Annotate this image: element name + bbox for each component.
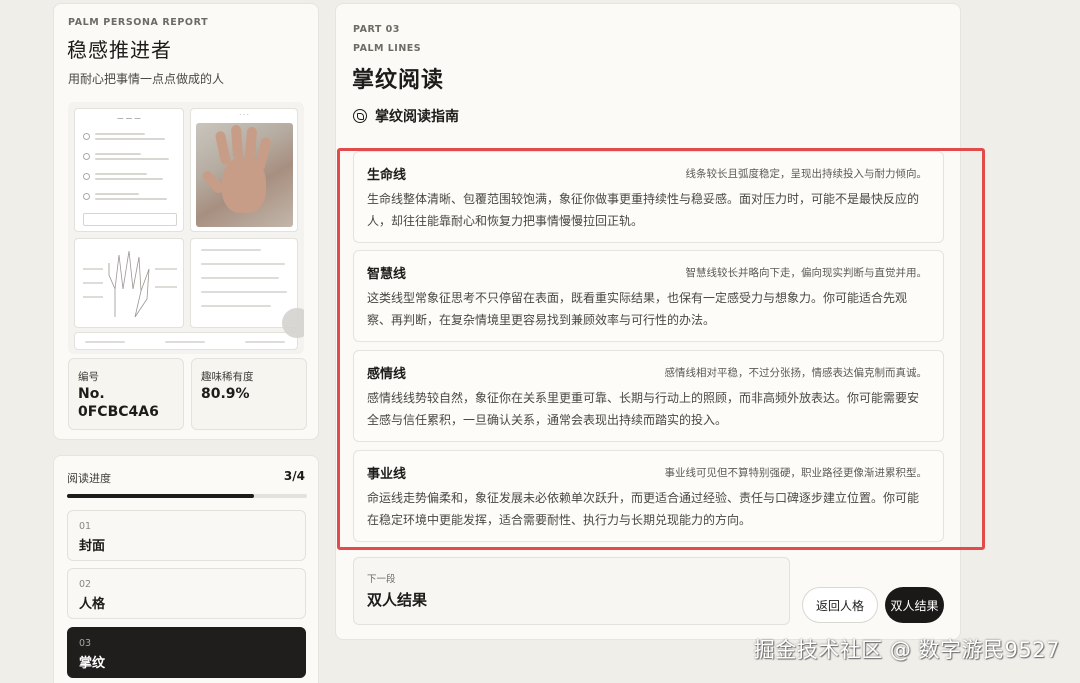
heart-line-card: 感情线 感情线相对平稳，不过分张扬，情感表达偏克制而真诚。 感情线线势较自然，象…: [353, 350, 944, 442]
part-label: PART 03: [353, 24, 400, 35]
palm-photo-image: [196, 123, 293, 227]
mini-guide-row: [83, 131, 177, 147]
guide-heading-text: 掌纹阅读指南: [375, 109, 459, 125]
id-value: No. 0FCBC4A6: [78, 386, 159, 420]
step-number: 03: [79, 638, 92, 649]
mini-guide-row: [83, 191, 177, 207]
app-page: PALM PERSONA REPORT 稳感推进者 用耐心把事情一点点做成的人 …: [0, 0, 1080, 683]
hand-outline-icon: [83, 250, 177, 318]
next-section-card[interactable]: 下一段 双人结果: [353, 557, 790, 625]
step-number: 02: [79, 579, 92, 590]
watermark: 掘金技术社区 @ 数字游民9527: [753, 638, 1060, 662]
compass-icon: [353, 109, 367, 123]
next-label: 下一段: [367, 574, 396, 585]
line-name: 感情线: [367, 367, 407, 382]
mini-legend-panel: [190, 238, 298, 328]
mini-photo-label: · · ·: [239, 112, 249, 119]
career-line-card: 事业线 事业线可见但不算特别强硬，职业路径更像渐进累积型。 命运线走势偏柔和，象…: [353, 450, 944, 542]
mini-input-box: [83, 213, 177, 226]
palm-lines-section: PART 03 PALM LINES 掌纹阅读 掌纹阅读指南 生命线 线条较长且…: [335, 3, 961, 640]
persona-card: PALM PERSONA REPORT 稳感推进者 用耐心把事情一点点做成的人 …: [53, 3, 319, 440]
mini-guide-title: — — —: [117, 114, 141, 122]
mini-footer-bar: [74, 332, 298, 350]
persona-title: 稳感推进者: [67, 38, 172, 62]
line-name: 智慧线: [367, 267, 407, 282]
mini-guide-row: [83, 151, 177, 167]
step-number: 01: [79, 521, 92, 532]
persona-subtitle: 用耐心把事情一点点做成的人: [68, 72, 225, 86]
step-persona[interactable]: 02 人格: [67, 568, 306, 619]
step-name: 封面: [79, 539, 106, 554]
section-title: 掌纹阅读: [352, 68, 445, 93]
rarity-stat-card: 趣味稀有度 80.9%: [191, 358, 307, 430]
line-note: 感情线相对平稳，不过分张扬，情感表达偏克制而真诚。: [664, 367, 928, 379]
guide-heading: 掌纹阅读指南: [353, 106, 459, 126]
line-name: 生命线: [367, 168, 407, 183]
line-note: 智慧线较长并略向下走，偏向现实判断与直觉并用。: [685, 267, 928, 279]
line-description: 感情线线势较自然，象征你在关系里更重可靠、长期与行动上的照顾，而非高频外放表达。…: [367, 391, 920, 427]
section-eyebrow: PALM LINES: [353, 43, 422, 54]
line-note: 事业线可见但不算特别强硬，职业路径更像渐进累积型。: [664, 467, 928, 479]
reading-progress-card: 阅读进度 3/4 01 封面 02 人格 03 掌纹: [53, 455, 319, 683]
back-to-persona-button[interactable]: 返回人格: [802, 587, 878, 623]
persona-eyebrow: PALM PERSONA REPORT: [68, 17, 209, 28]
step-palm-lines[interactable]: 03 掌纹: [67, 627, 306, 678]
id-stat-card: 编号 No. 0FCBC4A6: [68, 358, 184, 430]
rarity-label: 趣味稀有度: [201, 371, 254, 383]
head-line-card: 智慧线 智慧线较长并略向下走，偏向现实判断与直觉并用。 这类线型常象征思考不只停…: [353, 250, 944, 342]
rarity-value: 80.9%: [201, 386, 250, 402]
step-name: 掌纹: [79, 656, 106, 671]
progress-bar: [67, 494, 307, 498]
line-description: 这类线型常象征思考不只停留在表面，既看重实际结果，也保有一定感受力与想象力。你可…: [367, 291, 908, 327]
report-preview-thumbnail[interactable]: — — — · · ·: [68, 102, 304, 354]
duo-result-button[interactable]: 双人结果: [885, 587, 944, 623]
mini-guide-panel: — — —: [74, 108, 184, 232]
step-cover[interactable]: 01 封面: [67, 510, 306, 561]
mini-guide-row: [83, 171, 177, 187]
progress-bar-fill: [67, 494, 255, 498]
line-note: 线条较长且弧度稳定，呈现出持续投入与耐力倾向。: [685, 168, 928, 180]
mini-palm-photo-panel: · · ·: [190, 108, 298, 232]
id-label: 编号: [78, 371, 99, 383]
next-title: 双人结果: [367, 591, 428, 609]
line-description: 生命线整体清晰、包覆范围较饱满，象征你做事更重持续性与稳妥感。面对压力时，可能不…: [367, 192, 920, 228]
life-line-card: 生命线 线条较长且弧度稳定，呈现出持续投入与耐力倾向。 生命线整体清晰、包覆范围…: [353, 151, 944, 243]
progress-count: 3/4: [283, 469, 305, 483]
line-name: 事业线: [367, 467, 407, 482]
progress-label: 阅读进度: [67, 472, 111, 485]
floating-action-button[interactable]: [282, 308, 304, 338]
step-name: 人格: [79, 597, 106, 612]
line-description: 命运线走势偏柔和，象征发展未必依赖单次跃升，而更适合通过经验、责任与口碑逐步建立…: [367, 491, 920, 527]
mini-hand-diagram-panel: [74, 238, 184, 328]
